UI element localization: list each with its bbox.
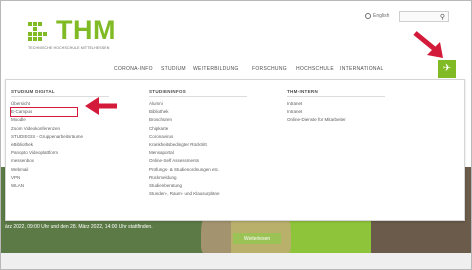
menu-item-moodle[interactable]: Moodle <box>11 116 109 124</box>
nav-item-studium[interactable]: STUDIUM <box>161 66 186 72</box>
menu-item-messenbox[interactable]: messenbox <box>11 157 109 165</box>
menu-item-webmail[interactable]: Webmail <box>11 166 109 174</box>
menu-item-studiegis[interactable]: STUDIEGIS - Gruppenarbeitsräume <box>11 133 109 141</box>
menu-item-online-dienste[interactable]: Online-Dienste für Mitarbeiter <box>287 116 385 124</box>
menu-item-self-assessments[interactable]: Online-Self Assessments <box>149 157 247 165</box>
read-more-button[interactable]: Weiterlesen <box>233 233 281 244</box>
menu-item-rueckmeldung[interactable]: Rückmeldung <box>149 174 247 182</box>
menu-item-alumni[interactable]: Alumni <box>149 100 247 108</box>
thm-logo[interactable]: THM TECHNISCHE HOCHSCHULE MITTELHESSEN <box>28 15 138 52</box>
globe-icon <box>365 13 371 19</box>
menu-item-ruecktritt[interactable]: Krankheitsbedingter Rücktritt <box>149 141 247 149</box>
language-switch[interactable]: English <box>365 13 389 19</box>
menu-item-intranet[interactable]: Intranet <box>287 100 385 108</box>
column-title: THM-INTERN <box>287 89 385 97</box>
menu-item-wlan[interactable]: WLAN <box>11 182 109 190</box>
menu-item-mensaportal[interactable]: Mensaportal <box>149 149 247 157</box>
quick-links-icon: ✈ <box>442 63 452 74</box>
logo-wordmark: THM <box>56 15 116 45</box>
menu-item-zoom[interactable]: Zoom Videokonferenzen <box>11 125 109 133</box>
main-nav: CORONA-INFO STUDIUM WEITERBILDUNG FORSCH… <box>114 66 464 76</box>
nav-item-forschung[interactable]: FORSCHUNG <box>252 66 287 72</box>
menu-item-ebibliothek[interactable]: eBibliothek <box>11 141 109 149</box>
hero-notice-line: ärz 2022, 09:00 Uhr und den 28. März 202… <box>5 224 153 230</box>
language-label: English <box>373 13 390 19</box>
menu-column-thm-intern: THM-INTERN Intranet Intranet Online-Dien… <box>287 89 385 125</box>
search-input[interactable]: ⚲ <box>399 11 449 22</box>
column-title: STUDIENINFOS <box>149 89 247 97</box>
menu-item-chipkarte[interactable]: Chipkarte <box>149 125 247 133</box>
menu-item-studienberatung[interactable]: Studienberatung <box>149 182 247 190</box>
quick-links-button[interactable]: ✈ <box>438 60 456 78</box>
logo-tagline: TECHNISCHE HOCHSCHULE MITTELHESSEN <box>28 46 110 50</box>
mega-menu: STUDIUM DIGITAL Übersicht E-Campus Moodl… <box>5 79 465 221</box>
nav-item-international[interactable]: INTERNATIONAL <box>340 66 384 72</box>
bottom-strip <box>1 253 471 269</box>
annotation-arrow-icon <box>413 31 443 58</box>
menu-item-pruefungsordnungen[interactable]: Prüfungs- & Studienordnungen etc. <box>149 166 247 174</box>
browser-page: THM TECHNISCHE HOCHSCHULE MITTELHESSEN E… <box>0 0 472 270</box>
menu-item-plaene[interactable]: Stunden-, Raum- und Klausurpläne <box>149 190 247 198</box>
menu-item-e-campus[interactable]: E-Campus <box>10 107 78 118</box>
menu-item-intranet-2[interactable]: Intranet <box>287 108 385 116</box>
nav-item-corona-info[interactable]: CORONA-INFO <box>114 66 153 72</box>
menu-item-coronavirus[interactable]: Coronavirus <box>149 133 247 141</box>
menu-column-studieninfos: STUDIENINFOS Alumni Bibliothek Broschüre… <box>149 89 247 198</box>
search-icon[interactable]: ⚲ <box>440 13 445 21</box>
annotation-arrow-icon <box>85 97 117 115</box>
menu-item-broschueren[interactable]: Broschüren <box>149 116 247 124</box>
menu-item-vpn[interactable]: VPN <box>11 174 109 182</box>
nav-item-hochschule[interactable]: HOCHSCHULE <box>296 66 334 72</box>
menu-item-bibliothek[interactable]: Bibliothek <box>149 108 247 116</box>
nav-item-weiterbildung[interactable]: WEITERBILDUNG <box>193 66 239 72</box>
logo-bars-icon <box>28 22 52 42</box>
menu-item-panopto[interactable]: Panopto Videoplattform <box>11 149 109 157</box>
